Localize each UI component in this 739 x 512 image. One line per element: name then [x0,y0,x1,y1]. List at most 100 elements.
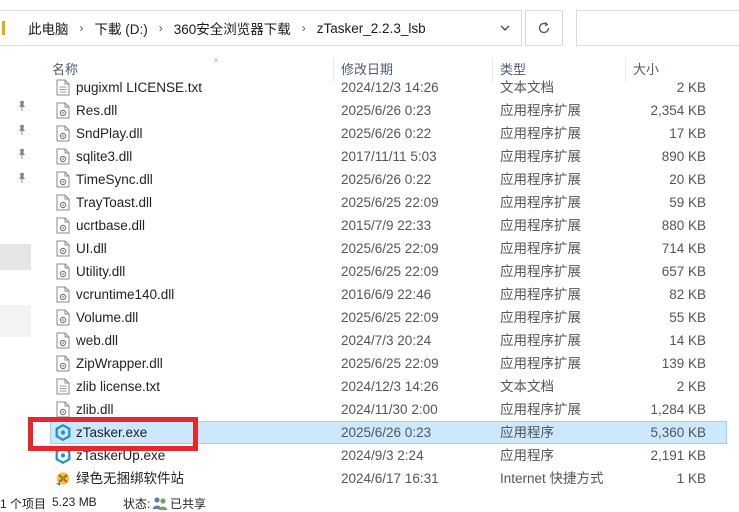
file-date: 2025/6/26 0:22 [341,172,432,187]
file-row[interactable]: ucrtbase.dll 2015/7/9 22:33 应用程序扩展 880 KB [50,214,727,237]
dll-file-icon [55,171,71,188]
file-name: ucrtbase.dll [76,218,146,233]
file-row[interactable]: TimeSync.dll 2025/6/26 0:22 应用程序扩展 20 KB [50,168,727,191]
file-size: 1,284 KB [650,402,706,417]
file-size: 2,354 KB [650,103,706,118]
file-row[interactable]: SndPlay.dll 2025/6/26 0:22 应用程序扩展 17 KB [50,122,727,145]
file-size: 5,360 KB [650,425,706,440]
annotation-highlight-box [28,417,198,451]
dll-file-icon [55,125,71,142]
file-row[interactable]: zlib license.txt 2024/12/3 14:26 文本文档 2 KB [50,375,727,398]
status-bar: 1 个项目 5.23 MB 状态: 已共享 [0,494,739,512]
file-row[interactable]: Volume.dll 2025/6/25 22:09 应用程序扩展 55 KB [50,306,727,329]
internet-shortcut-icon [55,470,71,487]
file-type: 应用程序扩展 [500,149,581,164]
address-bar[interactable]: 此电脑 › 下載 (D:) › 360安全浏览器下载 › zTasker_2.2… [0,10,522,46]
file-size: 1 KB [676,471,706,486]
file-row[interactable]: 绿色无捆绑软件站 2024/6/17 16:31 Internet 快捷方式 1 KB [50,467,727,490]
breadcrumb-this-pc[interactable]: 此电脑 [0,18,75,38]
breadcrumb-360-downloads[interactable]: 360安全浏览器下载 [168,18,297,38]
file-date: 2025/6/26 0:23 [341,103,432,118]
file-date: 2025/6/26 0:22 [341,126,432,141]
file-type: 文本文档 [500,379,554,394]
file-date: 2025/6/25 22:09 [341,241,439,256]
file-size: 59 KB [669,195,706,210]
text-file-icon [55,79,71,96]
file-size: 139 KB [661,356,706,371]
file-row[interactable]: vcruntime140.dll 2016/6/9 22:46 应用程序扩展 82 K… [50,283,727,306]
file-name: pugixml LICENSE.txt [76,80,203,95]
file-size: 20 KB [669,172,706,187]
breadcrumb: 此电脑 › 下載 (D:) › 360安全浏览器下载 › zTasker_2.2… [0,11,432,45]
search-input[interactable] [576,10,739,46]
file-type: 应用程序扩展 [500,310,581,325]
dll-file-icon [55,148,71,165]
file-size: 880 KB [661,218,706,233]
file-type: 应用程序扩展 [500,103,581,118]
file-name: UI.dll [76,241,107,256]
dll-file-icon [55,240,71,257]
file-size: 17 KB [669,126,706,141]
file-date: 2025/6/26 0:23 [341,425,432,440]
status-selected-size: 5.23 MB [52,495,97,509]
nav-item-hover[interactable] [0,305,31,337]
dll-file-icon [55,217,71,234]
text-file-icon [55,378,71,395]
file-row[interactable]: pugixml LICENSE.txt 2024/12/3 14:26 文本文档 2 … [50,76,727,99]
file-date: 2025/6/25 22:09 [341,356,439,371]
dll-file-icon [55,355,71,372]
file-name: Volume.dll [76,310,139,325]
chevron-right-icon[interactable]: › [154,21,168,35]
pin-icon [19,149,25,159]
file-name: SndPlay.dll [76,126,143,141]
address-history-button[interactable] [489,11,521,45]
dll-file-icon [55,286,71,303]
pin-icon [19,101,25,111]
file-name: web.dll [76,333,119,348]
status-share: 已共享 [170,497,207,511]
file-date: 2025/6/25 22:09 [341,264,439,279]
file-row[interactable]: Utility.dll 2025/6/25 22:09 应用程序扩展 657 KB [50,260,727,283]
file-type: 应用程序 [500,425,554,440]
chevron-right-icon[interactable]: › [297,21,311,35]
file-date: 2016/6/9 22:46 [341,287,432,302]
file-row[interactable]: TrayToast.dll 2025/6/25 22:09 应用程序扩展 59 KB [50,191,727,214]
refresh-button[interactable] [525,10,563,46]
file-row[interactable]: UI.dll 2025/6/25 22:09 应用程序扩展 714 KB [50,237,727,260]
file-name: zlib license.txt [76,379,161,394]
file-size: 890 KB [661,149,706,164]
file-name: TimeSync.dll [76,172,153,187]
dll-file-icon [55,332,71,349]
file-row[interactable]: sqlite3.dll 2017/11/11 5:03 应用程序扩展 890 KB [50,145,727,168]
status-item-count: 1 个项目 [0,497,47,511]
dll-file-icon [55,263,71,280]
file-name: Utility.dll [76,264,126,279]
file-name: TrayToast.dll [76,195,153,210]
chevron-down-icon [500,25,510,31]
file-row[interactable]: Res.dll 2025/6/26 0:23 应用程序扩展 2,354 KB [50,99,727,122]
dll-file-icon [55,102,71,119]
breadcrumb-ztasker-folder[interactable]: zTasker_2.2.3_lsb [311,21,432,36]
breadcrumb-drive-d[interactable]: 下載 (D:) [89,18,154,38]
file-row[interactable]: web.dll 2024/7/3 20:24 应用程序扩展 14 KB [50,329,727,352]
file-type: 应用程序扩展 [500,264,581,279]
file-type: 应用程序扩展 [500,172,581,187]
file-size: 2,191 KB [650,448,706,463]
file-type: 应用程序扩展 [500,333,581,348]
chevron-right-icon[interactable]: › [75,21,89,35]
nav-item-selected[interactable] [0,244,31,270]
file-size: 714 KB [661,241,706,256]
file-type: 应用程序 [500,448,554,463]
file-date: 2024/12/3 14:26 [341,379,439,394]
dll-file-icon [55,401,71,418]
file-type: 应用程序扩展 [500,402,581,417]
dll-file-icon [55,309,71,326]
file-row[interactable]: ZipWrapper.dll 2025/6/25 22:09 应用程序扩展 139 K… [50,352,727,375]
file-date: 2017/11/11 5:03 [341,149,437,164]
file-type: 应用程序扩展 [500,356,581,371]
file-type: 文本文档 [500,80,554,95]
file-name: vcruntime140.dll [76,287,175,302]
file-type: Internet 快捷方式 [500,471,604,486]
file-type: 应用程序扩展 [500,241,581,256]
file-date: 2024/6/17 16:31 [341,471,439,486]
